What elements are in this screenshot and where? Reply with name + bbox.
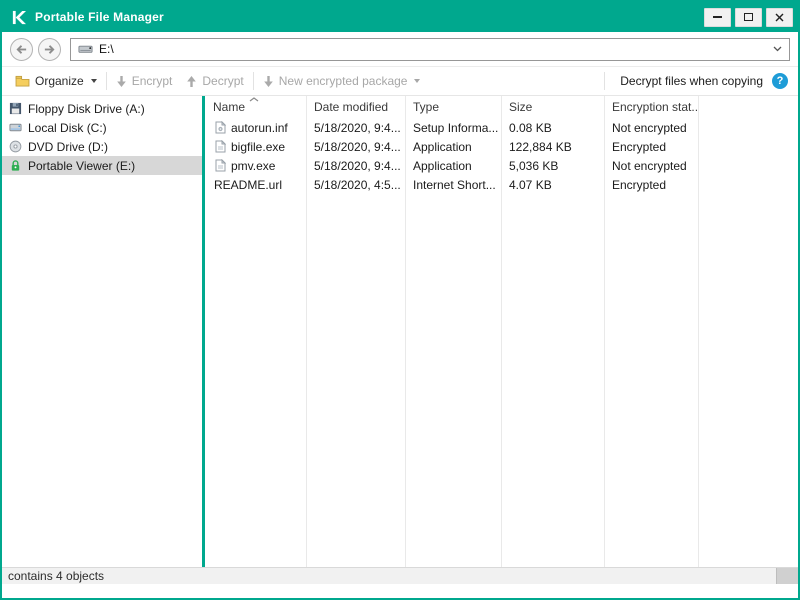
decrypt-button[interactable]: Decrypt xyxy=(179,67,250,95)
setup-information-file-icon xyxy=(214,121,226,134)
package-arrow-down-icon xyxy=(263,75,274,88)
column-divider xyxy=(698,96,699,567)
organize-button[interactable]: Organize xyxy=(8,67,104,95)
help-icon[interactable]: ? xyxy=(772,73,788,89)
file-date: 5/18/2020, 9:4... xyxy=(314,158,401,173)
status-bar: contains 4 objects xyxy=(2,567,798,584)
hard-disk-icon xyxy=(8,121,22,134)
file-type: Application xyxy=(413,139,472,154)
file-size: 122,884 KB xyxy=(509,139,572,154)
file-type: Setup Informa... xyxy=(413,120,499,135)
maximize-button[interactable] xyxy=(735,7,762,27)
column-divider xyxy=(405,96,406,567)
file-name: autorun.inf xyxy=(231,120,288,135)
close-button[interactable] xyxy=(766,7,793,27)
sidebar-item-dvd-d[interactable]: DVD Drive (D:) xyxy=(2,137,202,156)
portable-file-manager-window: Portable File Manager E:\ Organize Encry… xyxy=(0,0,800,600)
file-encryption-status: Not encrypted xyxy=(612,120,687,135)
file-size: 4.07 KB xyxy=(509,177,552,192)
bottom-strip xyxy=(2,584,798,598)
sidebar-item-label: Local Disk (C:) xyxy=(28,120,107,135)
column-header-type[interactable]: Type xyxy=(405,100,501,114)
sidebar-item-label: DVD Drive (D:) xyxy=(28,139,108,154)
drive-sidebar: Floppy Disk Drive (A:) Local Disk (C:) D… xyxy=(2,96,202,567)
column-divider xyxy=(604,96,605,567)
new-package-dropdown-icon xyxy=(414,79,421,83)
close-icon xyxy=(775,13,784,21)
file-name: README.url xyxy=(214,177,283,192)
file-date: 5/18/2020, 9:4... xyxy=(314,120,401,135)
application-file-icon xyxy=(214,140,226,153)
encrypt-arrow-down-icon xyxy=(116,75,127,88)
resize-grip[interactable] xyxy=(776,568,798,584)
file-list: Name Date modified Type Size Encryption … xyxy=(205,96,798,567)
toolbar-separator xyxy=(604,72,606,90)
window-title: Portable File Manager xyxy=(35,10,164,24)
floppy-disk-icon xyxy=(8,102,22,115)
file-type: Internet Short... xyxy=(413,177,496,192)
sidebar-item-label: Floppy Disk Drive (A:) xyxy=(28,101,145,116)
decrypt-label: Decrypt xyxy=(202,74,244,88)
sidebar-item-label: Portable Viewer (E:) xyxy=(28,158,136,173)
column-divider xyxy=(306,96,307,567)
address-bar[interactable]: E:\ xyxy=(70,37,790,61)
decrypt-arrow-up-icon xyxy=(186,75,197,88)
sidebar-item-floppy-a[interactable]: Floppy Disk Drive (A:) xyxy=(2,99,202,118)
organize-label: Organize xyxy=(35,74,84,88)
file-encryption-status: Encrypted xyxy=(612,139,667,154)
toolbar-right-group: Decrypt files when copying ? xyxy=(602,67,792,95)
kaspersky-logo-icon xyxy=(11,10,26,25)
drive-icon xyxy=(78,43,93,55)
column-divider xyxy=(501,96,502,567)
organize-dropdown-icon xyxy=(90,79,97,83)
status-text: contains 4 objects xyxy=(8,569,105,583)
sidebar-item-local-c[interactable]: Local Disk (C:) xyxy=(2,118,202,137)
navigation-bar: E:\ xyxy=(2,32,798,67)
file-name: pmv.exe xyxy=(231,158,276,173)
minimize-button[interactable] xyxy=(704,7,731,27)
encrypt-button[interactable]: Encrypt xyxy=(109,67,180,95)
back-arrow-icon xyxy=(16,44,27,54)
new-package-label: New encrypted package xyxy=(278,74,408,88)
toolbar-separator xyxy=(105,72,107,90)
sort-ascending-icon xyxy=(249,97,259,102)
toolbar-separator xyxy=(252,72,254,90)
green-lock-icon xyxy=(8,159,22,172)
dvd-disc-icon xyxy=(8,140,22,153)
folder-icon xyxy=(15,75,30,87)
file-date: 5/18/2020, 9:4... xyxy=(314,139,401,154)
file-size: 5,036 KB xyxy=(509,158,559,173)
sidebar-item-portable-e[interactable]: Portable Viewer (E:) xyxy=(2,156,202,175)
minimize-icon xyxy=(713,16,722,18)
forward-button[interactable] xyxy=(38,37,61,61)
file-encryption-status: Not encrypted xyxy=(612,158,687,173)
window-controls xyxy=(704,7,793,27)
file-type: Application xyxy=(413,158,472,173)
column-header-encryption-status[interactable]: Encryption stat... xyxy=(604,100,698,114)
file-list-header: Name Date modified Type Size Encryption … xyxy=(205,96,798,118)
address-dropdown-icon[interactable] xyxy=(773,46,782,52)
toolbar: Organize Encrypt Decrypt New encrypted p… xyxy=(2,67,798,96)
maximize-icon xyxy=(744,13,753,21)
column-header-size[interactable]: Size xyxy=(501,100,604,114)
content-area: Floppy Disk Drive (A:) Local Disk (C:) D… xyxy=(2,96,798,567)
title-bar[interactable]: Portable File Manager xyxy=(2,2,798,32)
new-encrypted-package-button[interactable]: New encrypted package xyxy=(256,67,428,95)
file-date: 5/18/2020, 4:5... xyxy=(314,177,401,192)
file-size: 0.08 KB xyxy=(509,120,552,135)
back-button[interactable] xyxy=(10,37,33,61)
file-encryption-status: Encrypted xyxy=(612,177,667,192)
encrypt-label: Encrypt xyxy=(131,74,173,88)
address-text: E:\ xyxy=(99,42,114,56)
decrypt-when-copying-label: Decrypt files when copying xyxy=(620,74,763,88)
column-header-name[interactable]: Name xyxy=(205,100,306,114)
forward-arrow-icon xyxy=(44,44,55,54)
application-file-icon xyxy=(214,159,226,172)
column-header-date-modified[interactable]: Date modified xyxy=(306,100,405,114)
file-name: bigfile.exe xyxy=(231,139,286,154)
